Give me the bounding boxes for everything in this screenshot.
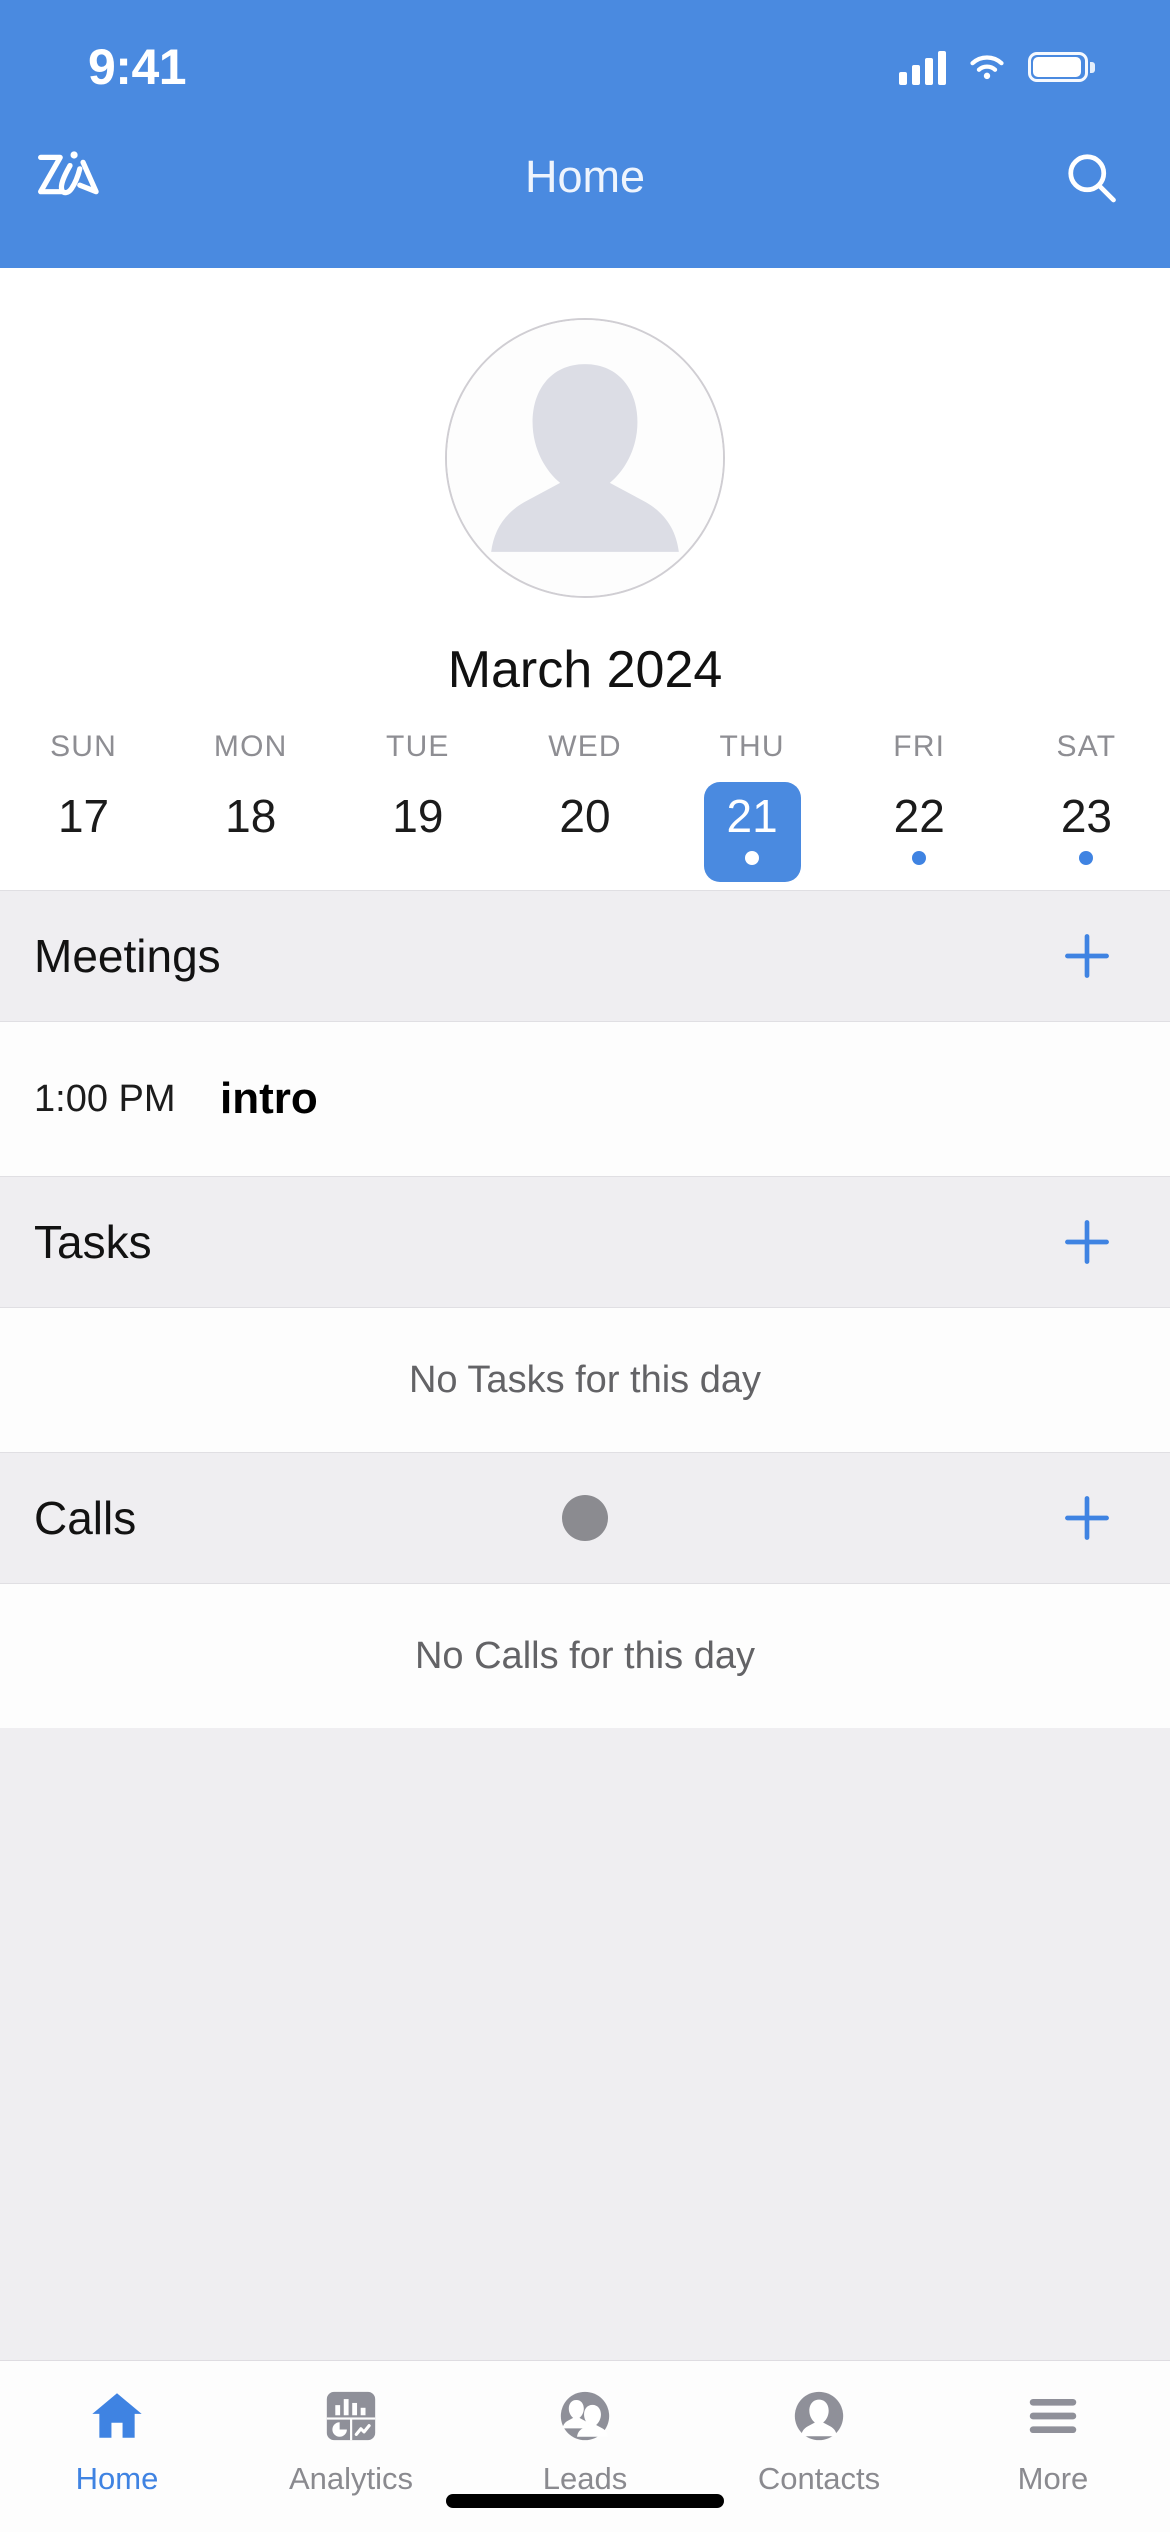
calendar-day-number: 23 [1060,790,1112,842]
calendar-day-21-selected[interactable]: 21 [669,782,836,882]
home-indicator[interactable] [446,2494,724,2508]
calendar-day-20[interactable]: 20 [501,782,668,882]
home-icon [87,2383,147,2449]
battery-icon [1028,52,1095,82]
event-dot [745,851,760,866]
meetings-title: Meetings [34,930,221,982]
status-bar-clock: 9:41 [88,39,187,95]
search-button[interactable] [1056,142,1126,212]
calendar-day-number: 19 [392,790,444,842]
calendar-day-number: 18 [225,790,277,842]
home-scroll-content[interactable]: March 2024 SUN MON TUE WED THU FRI SAT 1… [0,268,1170,2360]
calls-title: Calls [34,1492,137,1544]
calendar-day-23[interactable]: 23 [1003,782,1170,882]
tasks-section-header: Tasks [0,1176,1170,1308]
calendar-day-row: 17 18 19 20 21 22 23 [0,782,1170,882]
calls-empty-message: No Calls for this day [414,1634,755,1677]
meeting-time: 1:00 PM [34,1077,176,1120]
hamburger-menu-icon [1022,2383,1084,2449]
home-indicator-area [0,2470,1170,2532]
add-meeting-button[interactable] [1044,913,1130,999]
add-task-button[interactable] [1044,1199,1130,1285]
event-dot [1079,851,1094,866]
calls-list: No Calls for this day [0,1584,1170,1728]
plus-icon [1065,1220,1109,1264]
tasks-title: Tasks [34,1216,152,1268]
weekday-row: SUN MON TUE WED THU FRI SAT [0,700,1170,782]
plus-icon [1065,1496,1109,1540]
calendar-day-number: 20 [559,790,611,842]
navigation-bar: Home [0,100,1170,268]
weekday-label-sun: SUN [50,730,118,763]
app-root: 9:41 Home March 2024 SUN MON TUE WED THU… [0,0,1170,2532]
calendar-month-label: March 2024 [447,641,723,699]
calls-section-header: Calls [0,1452,1170,1584]
weekday-label-tue: TUE [386,730,450,763]
meetings-section-header: Meetings [0,890,1170,1022]
weekday-label-thu: THU [719,730,785,763]
status-bar-indicators [899,49,1095,85]
calendar-day-number: 21 [726,790,778,842]
calendar-week-strip: SUN MON TUE WED THU FRI SAT 17 18 19 20 … [0,700,1170,890]
contacts-icon [789,2383,849,2449]
app-header: 9:41 Home [0,0,1170,268]
event-dot [912,851,927,866]
calendar-day-number: 17 [57,790,110,842]
tasks-list: No Tasks for this day [0,1308,1170,1452]
calendar-day-number: 22 [893,790,945,842]
wifi-icon [970,55,1004,80]
empty-space [0,1728,1170,2360]
default-user-avatar-icon [447,320,723,596]
page-title: Home [524,151,646,202]
calendar-day-22[interactable]: 22 [836,782,1003,882]
weekday-label-sat: SAT [1056,730,1117,763]
meetings-list: 1:00 PM intro [0,1022,1170,1176]
touch-indicator [562,1495,608,1541]
cellular-signal-icon [899,49,946,85]
search-icon [1068,154,1116,203]
calendar-day-17[interactable]: 17 [0,782,167,882]
calendar-day-19[interactable]: 19 [334,782,501,882]
status-bar: 9:41 [0,0,1170,100]
calendar-day-18[interactable]: 18 [167,782,334,882]
tasks-empty-message: No Tasks for this day [408,1358,761,1401]
zia-logo-icon[interactable] [32,146,108,208]
weekday-label-mon: MON [213,730,288,763]
meeting-title: intro [220,1074,318,1123]
add-call-button[interactable] [1044,1475,1130,1561]
analytics-icon [321,2383,381,2449]
avatar[interactable] [445,318,725,598]
leads-icon [555,2383,615,2449]
weekday-label-fri: FRI [893,730,946,763]
profile-block: March 2024 [0,268,1170,700]
weekday-label-wed: WED [548,730,622,763]
meeting-row[interactable]: 1:00 PM intro [0,1022,1170,1176]
plus-icon [1065,934,1109,978]
